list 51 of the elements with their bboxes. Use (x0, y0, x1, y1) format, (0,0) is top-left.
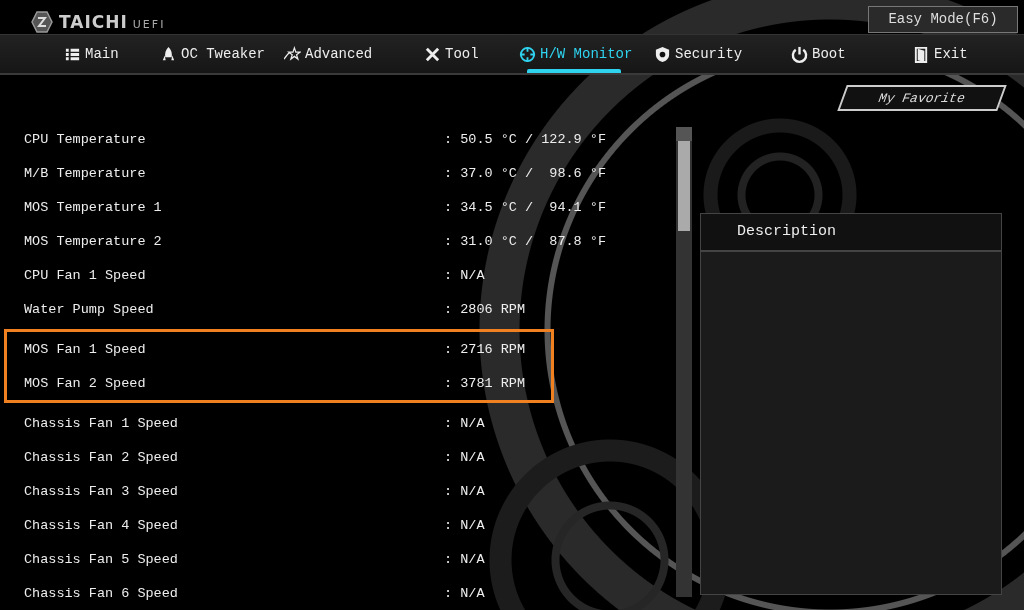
nav-tab[interactable]: H/W Monitor (519, 35, 654, 73)
sensor-value: : N/A (444, 415, 485, 431)
sensor-value: : N/A (444, 517, 485, 533)
sensor-label: MOS Fan 1 Speed (24, 341, 147, 357)
my-favorite-button[interactable]: My Favorite (837, 85, 1007, 111)
nav-tab[interactable]: Security (654, 35, 791, 73)
scrollbar-thumb[interactable] (678, 141, 690, 231)
sensor-value: : 3781 RPM (444, 375, 525, 391)
sensor-label: CPU Temperature (24, 131, 147, 147)
sensor-label: CPU Fan 1 Speed (24, 267, 147, 283)
shield-icon (654, 45, 671, 63)
logo-text: TAICHI (59, 12, 128, 32)
sensor-label: MOS Temperature 2 (24, 233, 163, 249)
sensor-value: : N/A (444, 267, 485, 283)
sensor-label: MOS Temperature 1 (24, 199, 163, 215)
sensor-label: MOS Fan 2 Speed (24, 375, 147, 391)
sensor-value: : 2716 RPM (444, 341, 525, 357)
sensor-label: Chassis Fan 3 Speed (24, 483, 179, 499)
sensor-value: : 31.0 °C / 87.8 °F (444, 233, 607, 249)
tools-icon (424, 45, 441, 63)
easy-mode-button[interactable]: Easy Mode(F6) (868, 5, 1018, 33)
nav-tab[interactable]: OC Tweaker (160, 35, 284, 73)
power-icon (791, 45, 808, 63)
scrollbar[interactable] (676, 127, 692, 597)
logo-icon (30, 10, 54, 34)
nav-tab[interactable]: Tool (424, 35, 519, 73)
crosshair-icon (519, 45, 536, 63)
sensor-value: : N/A (444, 449, 485, 465)
sensor-label: Chassis Fan 5 Speed (24, 551, 179, 567)
logo-subtitle: UEFI (132, 17, 166, 31)
nav-tab[interactable]: Main (64, 35, 160, 73)
sensor-value: : N/A (444, 585, 485, 601)
sensor-label: M/B Temperature (24, 165, 147, 181)
nav-tab[interactable]: Boot (791, 35, 913, 73)
sensor-label: Chassis Fan 2 Speed (24, 449, 179, 465)
sensor-label: Chassis Fan 6 Speed (24, 585, 179, 601)
sensor-value: : 50.5 °C / 122.9 °F (444, 131, 607, 147)
sensor-value: : N/A (444, 551, 485, 567)
star-icon (284, 45, 301, 63)
door-icon (913, 45, 930, 63)
sensor-value: : N/A (444, 483, 485, 499)
nav-tab[interactable]: Exit (913, 35, 1003, 73)
sensor-label: Chassis Fan 1 Speed (24, 415, 179, 431)
sensor-value: : 37.0 °C / 98.6 °F (444, 165, 607, 181)
sensor-value: : 2806 RPM (444, 301, 525, 317)
description-title: Description (701, 214, 1001, 252)
sensor-value: : 34.5 °C / 94.1 °F (444, 199, 607, 215)
sensor-label: Chassis Fan 4 Speed (24, 517, 179, 533)
sensor-label: Water Pump Speed (24, 301, 155, 317)
rocket-icon (160, 45, 177, 63)
nav-tab[interactable]: Advanced (284, 35, 424, 73)
